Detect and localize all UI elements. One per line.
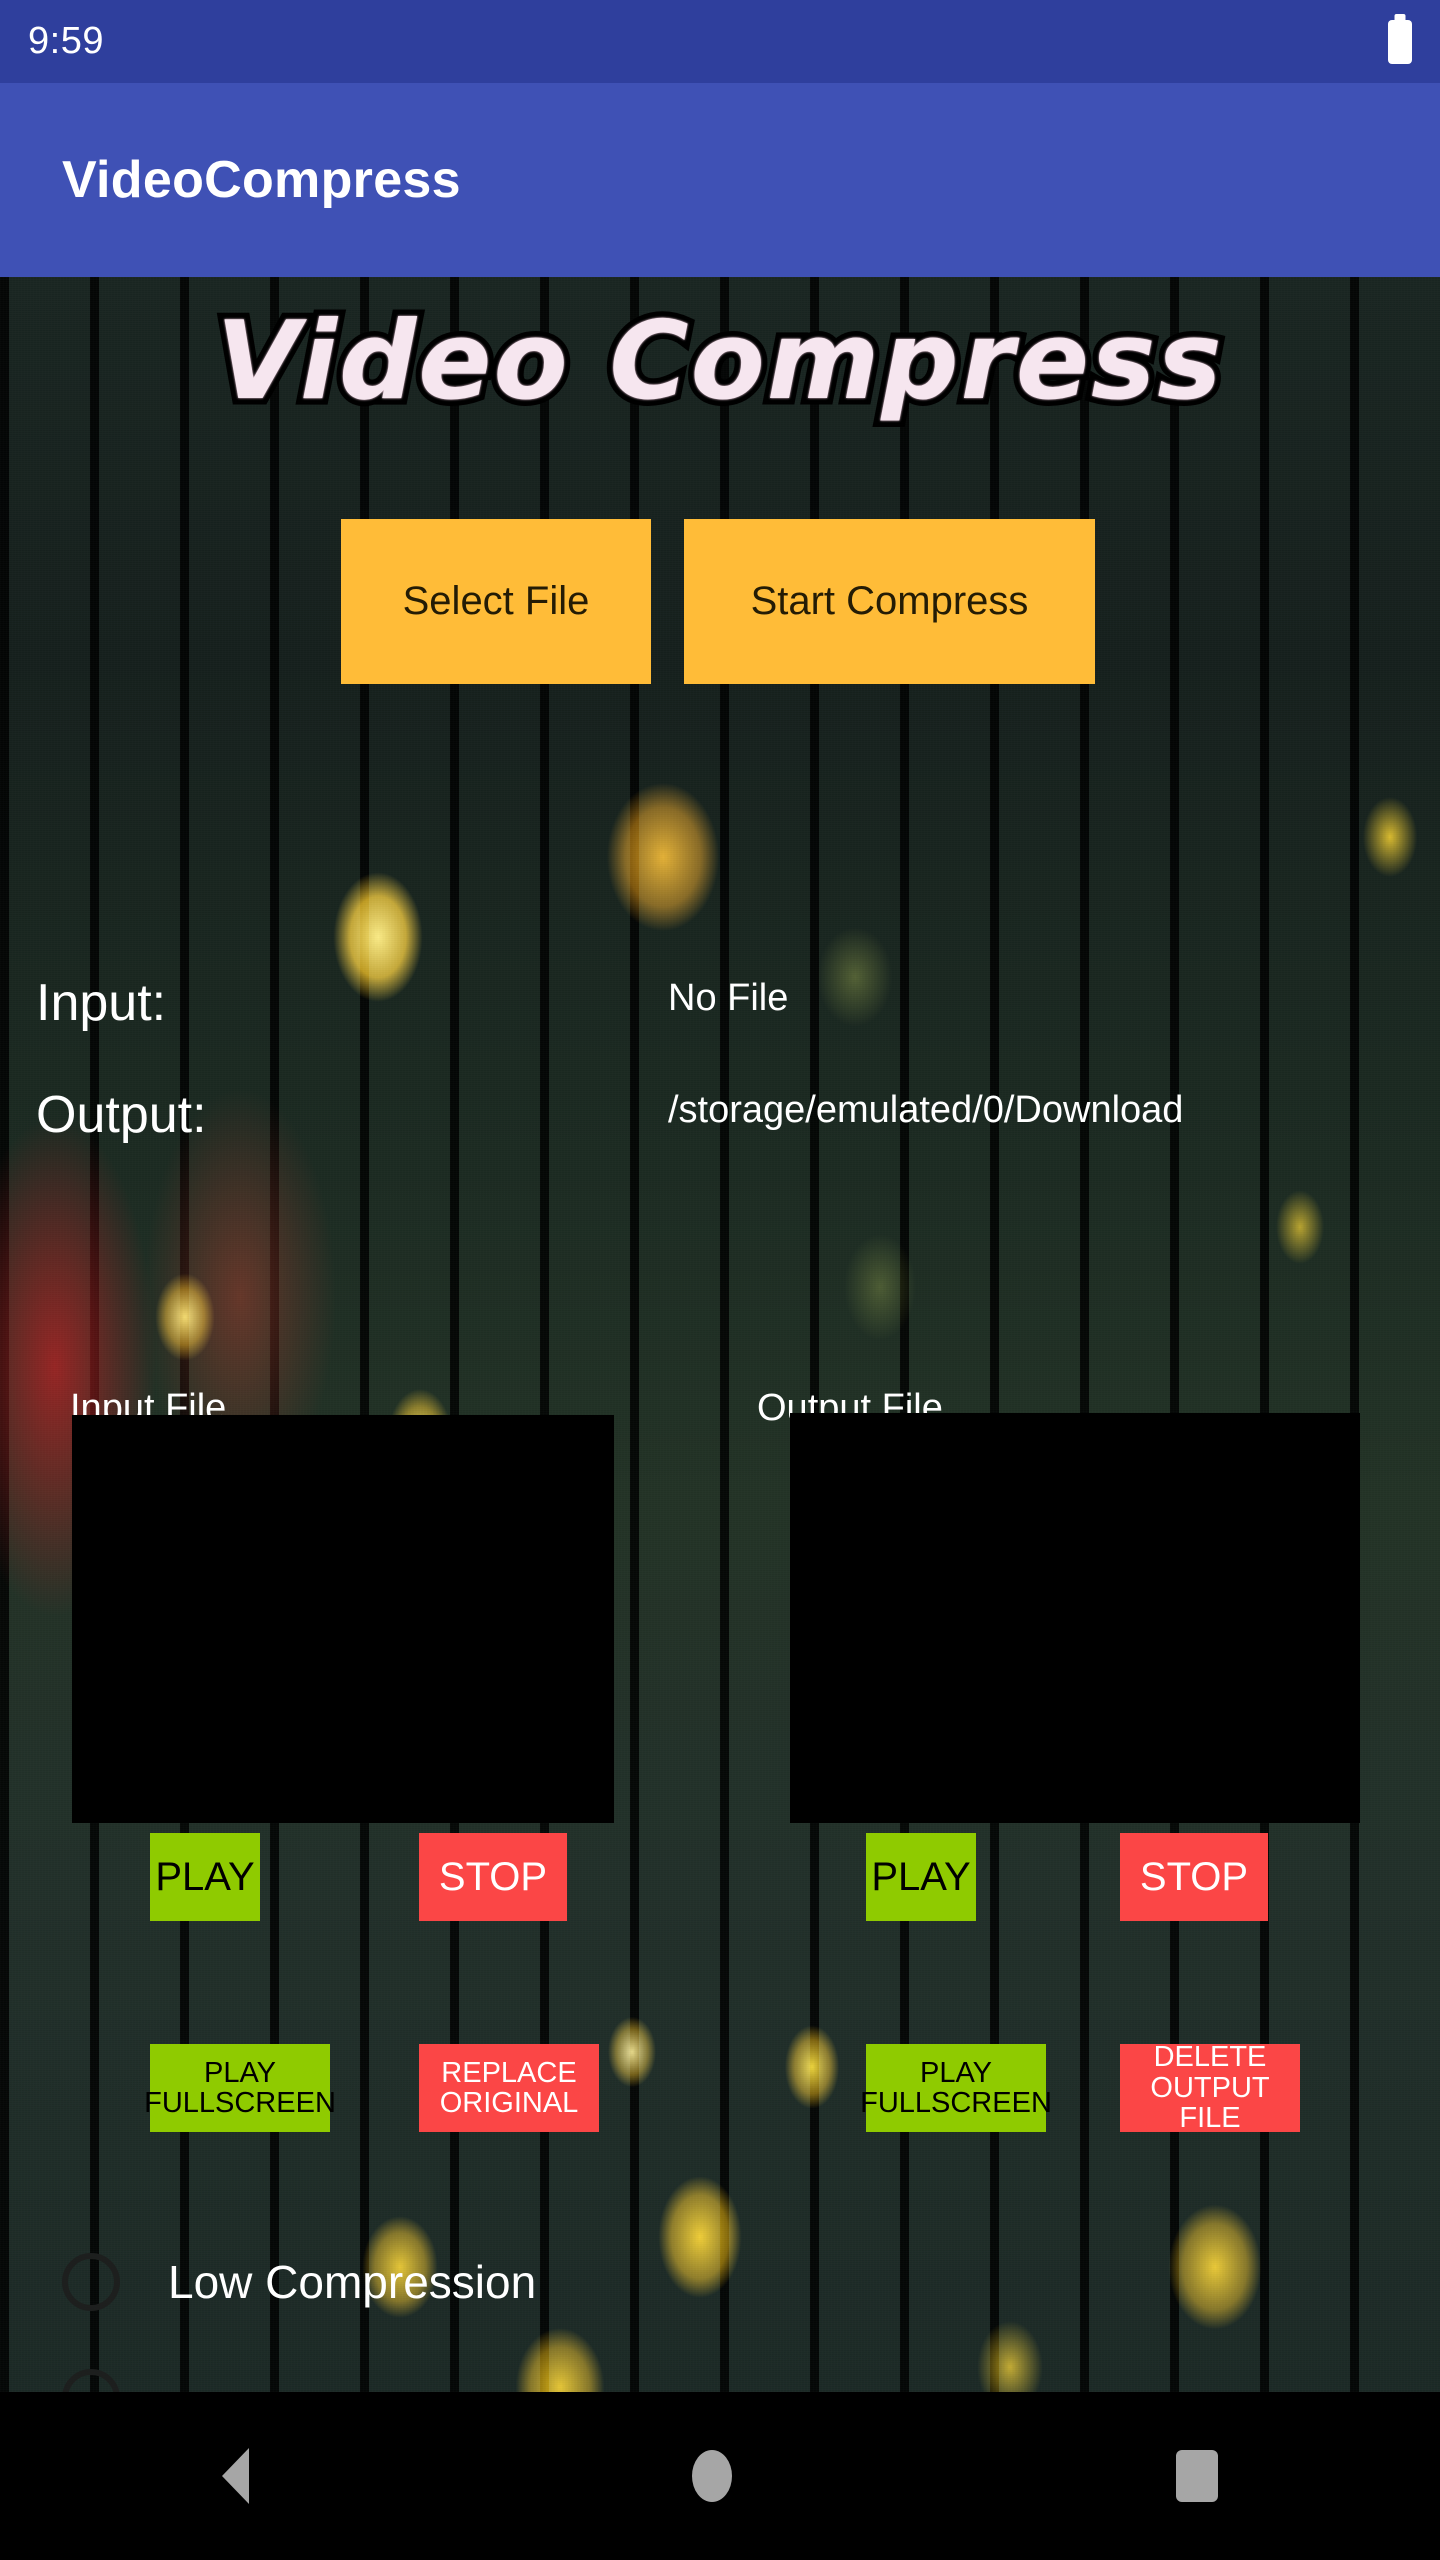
input-path-label: Input: bbox=[36, 974, 167, 1032]
delete-output-file-line1: DELETE bbox=[1153, 2041, 1267, 2074]
radio-circle-icon[interactable] bbox=[62, 2369, 120, 2392]
radio-option-second[interactable] bbox=[62, 2369, 168, 2392]
app-bar: VideoCompress bbox=[0, 83, 1440, 277]
delete-output-file-button[interactable]: DELETE OUTPUT FILE bbox=[1120, 2041, 1300, 2135]
output-play-button[interactable]: PLAY bbox=[866, 1833, 976, 1921]
replace-original-line1: REPLACE bbox=[441, 2056, 577, 2089]
start-compress-button[interactable]: Start Compress bbox=[684, 519, 1095, 684]
input-play-fullscreen-button[interactable]: PLAY FULLSCREEN bbox=[144, 2044, 336, 2132]
input-path-value: No File bbox=[668, 977, 789, 1019]
status-bar-clock: 9:59 bbox=[28, 20, 104, 62]
output-path-value: /storage/emulated/0/Download bbox=[668, 1089, 1184, 1131]
delete-output-file-line2: OUTPUT FILE bbox=[1150, 2071, 1270, 2135]
input-play-button[interactable]: PLAY bbox=[150, 1833, 260, 1921]
status-bar: 9:59 bbox=[0, 0, 1440, 83]
app-title: VideoCompress bbox=[62, 151, 461, 209]
phone-screen: 9:59 VideoCompress Video Compress Select… bbox=[0, 0, 1440, 2560]
output-stop-button[interactable]: STOP bbox=[1120, 1833, 1268, 1921]
main-content: Video Compress Select File Start Compres… bbox=[0, 277, 1440, 2392]
output-path-label: Output: bbox=[36, 1086, 207, 1144]
output-play-fullscreen-line2: FULLSCREEN bbox=[860, 2087, 1052, 2119]
radio-option-low-compression-label: Low Compression bbox=[168, 2256, 537, 2308]
app-logo-text: Video Compress bbox=[210, 293, 1228, 431]
back-triangle-icon[interactable] bbox=[221, 2448, 249, 2504]
recents-square-icon[interactable] bbox=[1176, 2450, 1219, 2502]
radio-option-low-compression[interactable]: Low Compression bbox=[62, 2253, 536, 2311]
system-nav-bar bbox=[0, 2392, 1440, 2560]
radio-circle-icon[interactable] bbox=[62, 2253, 120, 2311]
output-play-fullscreen-line1: PLAY bbox=[919, 2056, 992, 2089]
output-play-fullscreen-button[interactable]: PLAY FULLSCREEN bbox=[860, 2044, 1052, 2132]
input-play-fullscreen-line1: PLAY bbox=[203, 2056, 276, 2089]
output-video-surface[interactable] bbox=[790, 1413, 1360, 1823]
input-video-surface[interactable] bbox=[72, 1415, 614, 1823]
input-stop-button[interactable]: STOP bbox=[419, 1833, 567, 1921]
replace-original-button[interactable]: REPLACE ORIGINAL bbox=[419, 2044, 599, 2132]
replace-original-line2: ORIGINAL bbox=[439, 2087, 579, 2119]
battery-full-icon bbox=[1388, 19, 1412, 64]
select-file-button[interactable]: Select File bbox=[341, 519, 651, 684]
home-circle-icon[interactable] bbox=[692, 2450, 733, 2502]
input-play-fullscreen-line2: FULLSCREEN bbox=[144, 2087, 336, 2119]
